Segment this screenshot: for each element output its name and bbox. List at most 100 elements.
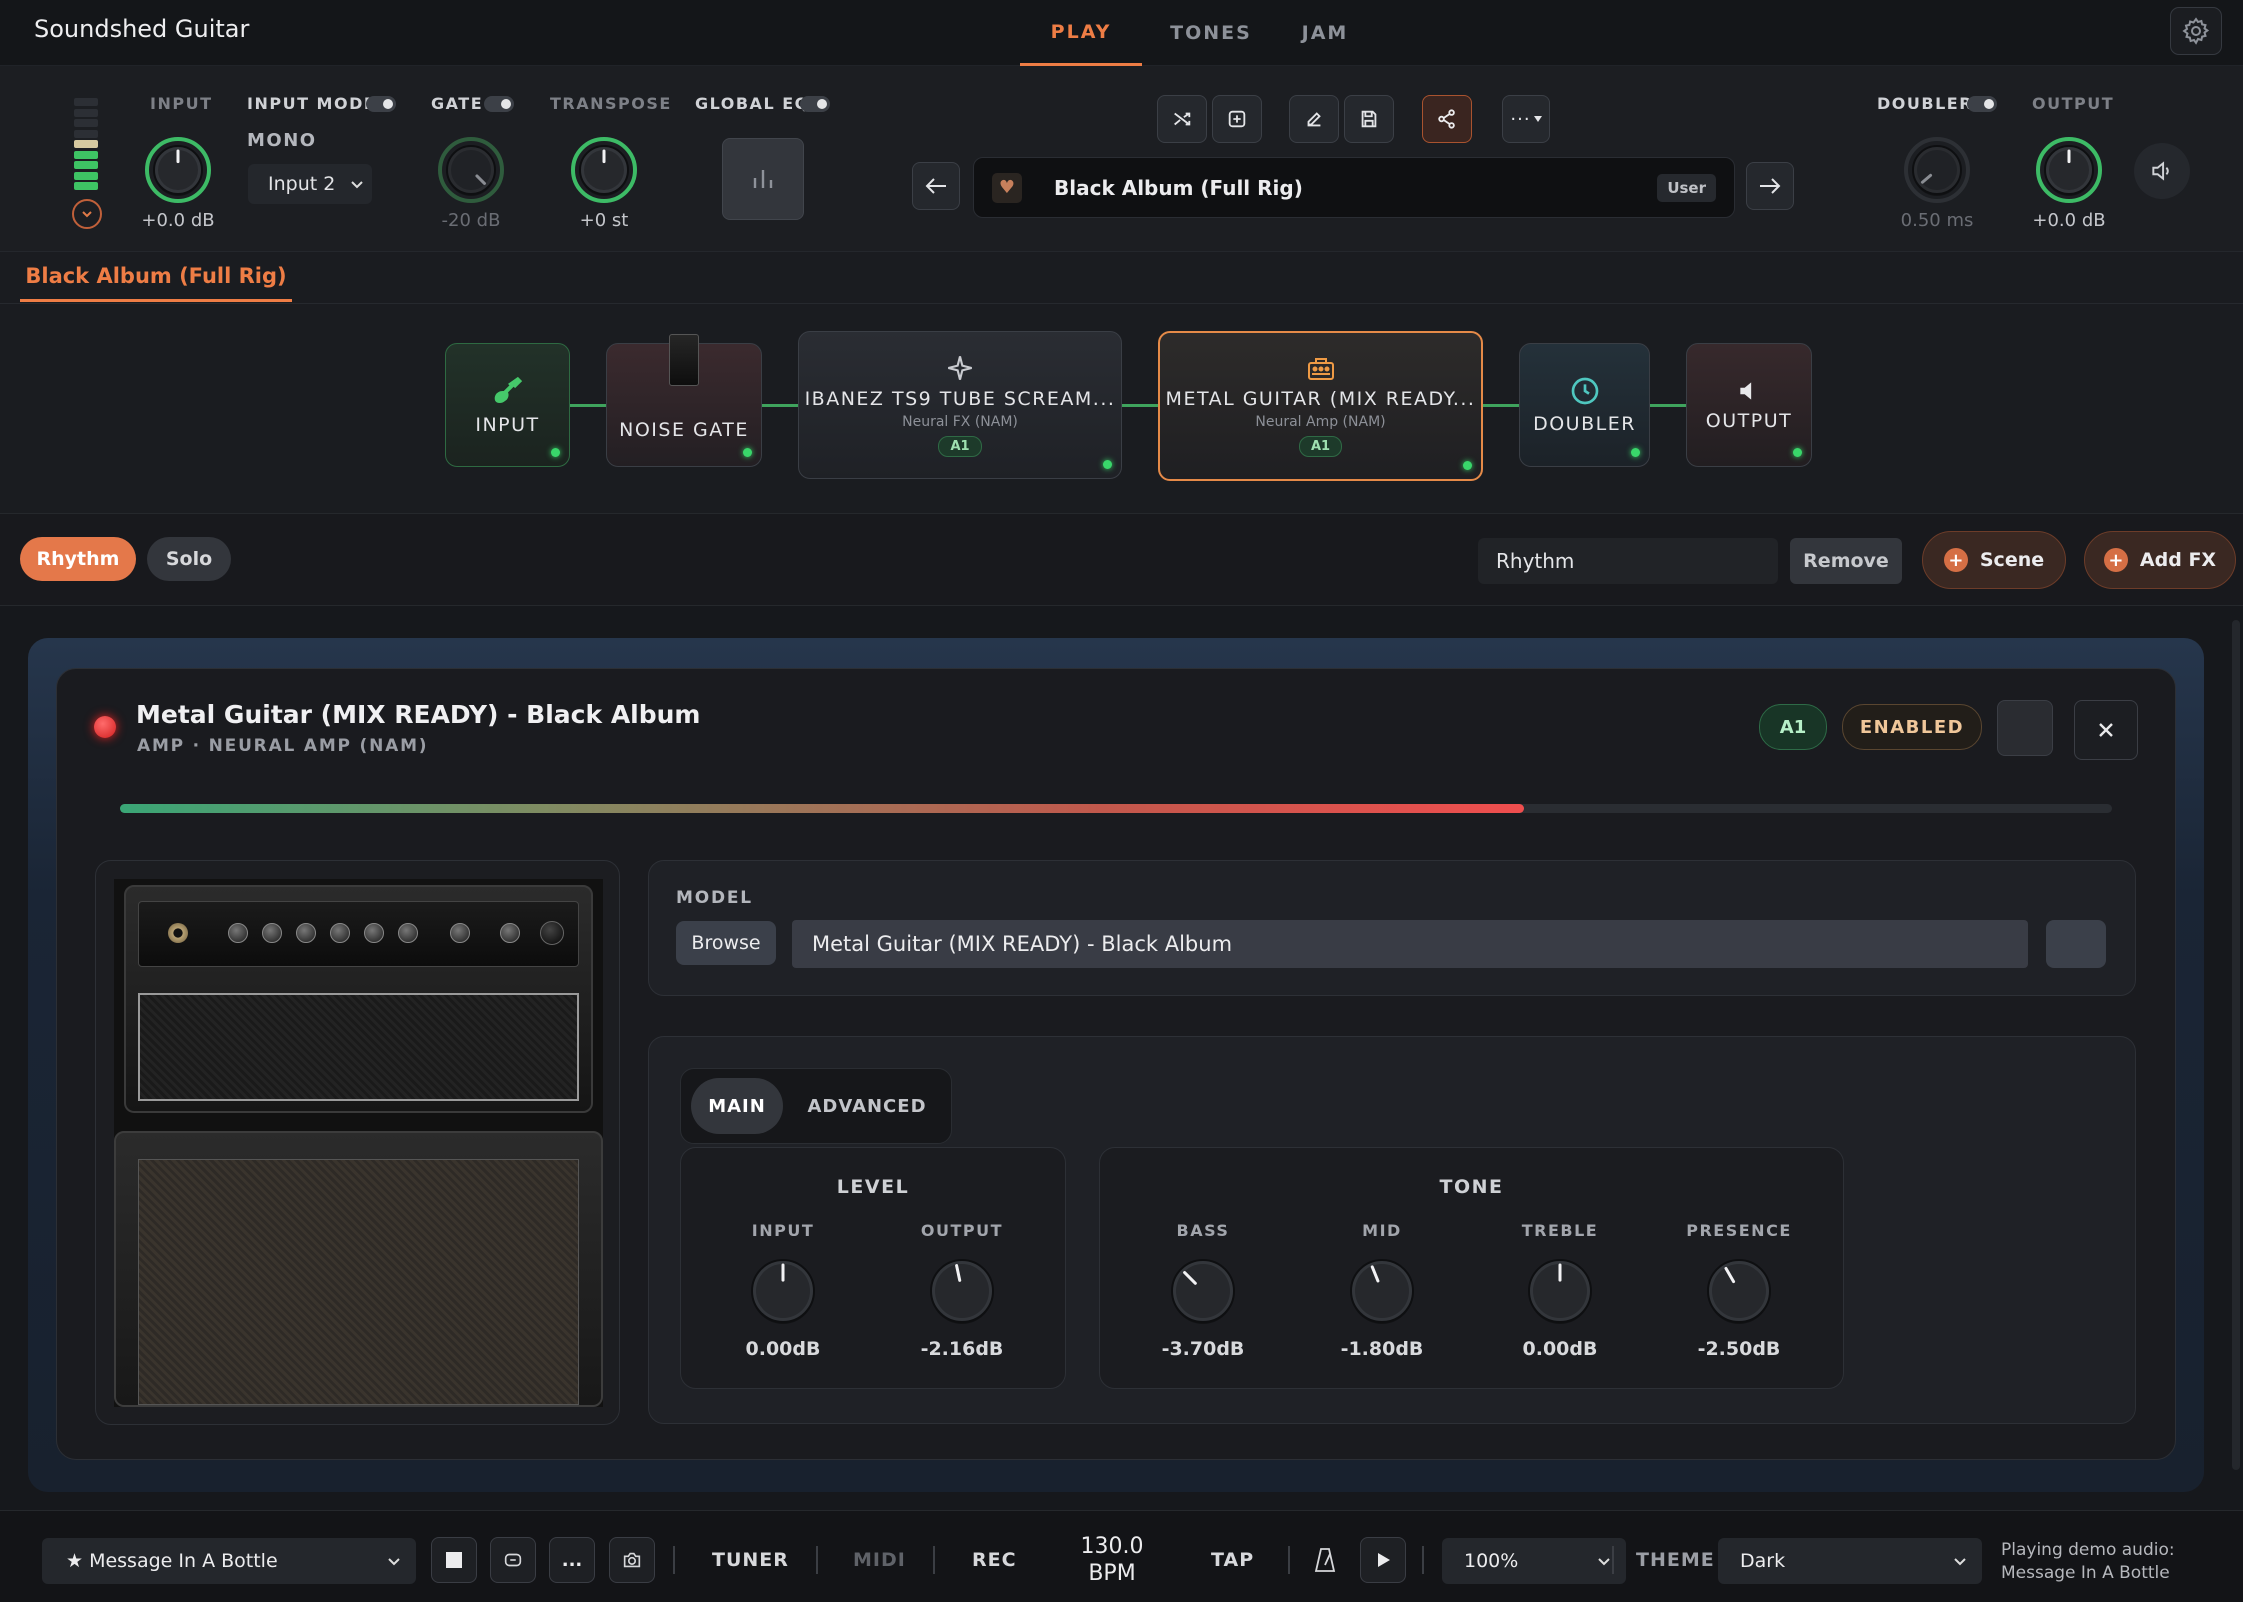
bpm-unit: BPM: [1088, 1561, 1136, 1586]
theme-select[interactable]: Dark: [1718, 1538, 1982, 1584]
mid-knob[interactable]: [1345, 1254, 1419, 1328]
scene-name-input[interactable]: Rhythm: [1478, 538, 1778, 584]
midi-button[interactable]: MIDI: [853, 1549, 906, 1571]
model-options-button[interactable]: [2046, 920, 2106, 968]
module-color-button[interactable]: [1997, 700, 2053, 756]
favorite-heart-icon[interactable]: ♥: [992, 172, 1022, 203]
chain-node-subtitle: Neural Amp (NAM): [1255, 413, 1386, 430]
gate-toggle[interactable]: [484, 96, 514, 112]
chain-node-title: IBANEZ TS9 TUBE SCREAM...: [804, 387, 1116, 410]
share-icon: [1438, 109, 1455, 129]
module-status-led: [94, 716, 116, 738]
chain-node-input[interactable]: INPUT: [445, 343, 570, 467]
close-module-button[interactable]: [2074, 700, 2138, 760]
chain-connector: [1650, 404, 1686, 407]
doubler-toggle[interactable]: [1967, 96, 1997, 112]
zoom-select[interactable]: 100%: [1442, 1538, 1626, 1584]
meter-segment: [74, 182, 98, 190]
more-transport-button[interactable]: ...: [549, 1537, 595, 1583]
global-eq-button[interactable]: [722, 138, 804, 220]
tap-tempo-button[interactable]: TAP: [1211, 1549, 1254, 1571]
chain-connector: [762, 404, 798, 407]
track-select[interactable]: ★ Message In A Bottle: [42, 1538, 416, 1584]
guitar-icon: [494, 376, 522, 404]
tab-play[interactable]: PLAY: [1020, 0, 1142, 66]
tab-jam[interactable]: JAM: [1280, 0, 1370, 66]
settings-button[interactable]: [2170, 7, 2222, 55]
input-mode-toggle[interactable]: [366, 96, 396, 112]
transpose-knob[interactable]: [570, 136, 638, 204]
chevron-down-icon: [1598, 1558, 1610, 1566]
eq-bars-icon: [753, 170, 773, 188]
output-gain-value: +0.0 dB: [2032, 210, 2106, 231]
browse-model-button[interactable]: Browse: [676, 921, 776, 965]
amp-image: [114, 879, 603, 1407]
enabled-toggle-button[interactable]: ENABLED: [1842, 704, 1982, 750]
scene-solo-button[interactable]: Solo: [147, 537, 231, 581]
share-preset-button[interactable]: [1422, 95, 1472, 143]
doubler-knob[interactable]: [1903, 136, 1971, 204]
bass-label: BASS: [1176, 1221, 1230, 1240]
treble-knob[interactable]: [1523, 1254, 1597, 1328]
tone-group-title: TONE: [1439, 1176, 1504, 1198]
chain-node-amp-selected[interactable]: METAL GUITAR (MIX READY... Neural Amp (N…: [1158, 331, 1483, 481]
presence-knob[interactable]: [1702, 1254, 1776, 1328]
bpm-value[interactable]: 130.0: [1076, 1534, 1148, 1559]
input-select[interactable]: Input 2: [248, 164, 372, 204]
play-button[interactable]: [1360, 1537, 1406, 1583]
chain-node-output[interactable]: OUTPUT: [1686, 343, 1812, 467]
shuffle-button[interactable]: [1157, 95, 1207, 143]
bass-value: -3.70dB: [1161, 1338, 1245, 1360]
scene-row: [0, 514, 2243, 606]
tab-main[interactable]: MAIN: [691, 1078, 783, 1134]
save-preset-button[interactable]: [1344, 95, 1394, 143]
amp-input-knob[interactable]: [746, 1254, 820, 1328]
previous-preset-button[interactable]: [912, 162, 960, 210]
output-gain-knob[interactable]: [2035, 136, 2103, 204]
scene-assignment-badge[interactable]: A1: [1759, 704, 1827, 750]
zoom-value: 100%: [1464, 1550, 1519, 1572]
preset-name: Black Album (Full Rig): [1054, 175, 1303, 200]
chain-node-doubler[interactable]: DOUBLER: [1519, 343, 1650, 467]
tab-tones[interactable]: TONES: [1160, 0, 1262, 66]
loop-button[interactable]: [490, 1537, 536, 1583]
stop-button[interactable]: [431, 1537, 477, 1583]
meter-segment: [74, 119, 98, 127]
record-button[interactable]: REC: [972, 1549, 1017, 1571]
input-mode-value: MONO: [247, 130, 317, 151]
scrollbar[interactable]: [2232, 620, 2240, 1470]
remove-scene-button[interactable]: Remove: [1790, 538, 1902, 584]
tab-advanced[interactable]: ADVANCED: [797, 1078, 937, 1134]
gate-knob[interactable]: [437, 136, 505, 204]
snapshot-button[interactable]: [609, 1537, 655, 1583]
chevron-down-icon: [82, 211, 92, 218]
tuner-button[interactable]: TUNER: [712, 1549, 789, 1571]
edit-preset-button[interactable]: [1289, 95, 1339, 143]
metronome-icon: [1314, 1548, 1336, 1572]
next-preset-button[interactable]: [1746, 162, 1794, 210]
presence-value: -2.50dB: [1697, 1338, 1781, 1360]
preset-selector[interactable]: ♥ Black Album (Full Rig) User: [973, 157, 1735, 218]
add-scene-button[interactable]: + Scene: [1922, 531, 2066, 589]
amp-head-knob: [330, 923, 350, 943]
metronome-button[interactable]: [1310, 1544, 1340, 1576]
model-label: MODEL: [676, 888, 753, 908]
add-preset-button[interactable]: [1212, 95, 1262, 143]
preset-tab[interactable]: Black Album (Full Rig): [20, 252, 292, 302]
scene-rhythm-button[interactable]: Rhythm: [20, 537, 136, 581]
doubler-value: 0.50 ms: [1900, 210, 1974, 231]
meter-collapse-button[interactable]: [72, 199, 102, 229]
add-square-icon: [1228, 110, 1246, 128]
mute-button[interactable]: [2134, 143, 2190, 199]
add-fx-button[interactable]: + Add FX: [2084, 531, 2236, 589]
model-name-field[interactable]: Metal Guitar (MIX READY) - Black Album: [792, 920, 2028, 968]
parameter-tabs: MAIN ADVANCED: [680, 1068, 952, 1144]
more-options-button[interactable]: ···: [1502, 95, 1550, 143]
input-gain-knob[interactable]: [144, 136, 212, 204]
amp-output-knob[interactable]: [925, 1254, 999, 1328]
chain-node-noise-gate[interactable]: NOISE GATE: [606, 334, 762, 467]
chain-node-ts9[interactable]: IBANEZ TS9 TUBE SCREAM... Neural FX (NAM…: [798, 331, 1122, 479]
global-eq-toggle[interactable]: [800, 96, 830, 112]
close-icon: [2099, 723, 2113, 737]
bass-knob[interactable]: [1166, 1254, 1240, 1328]
